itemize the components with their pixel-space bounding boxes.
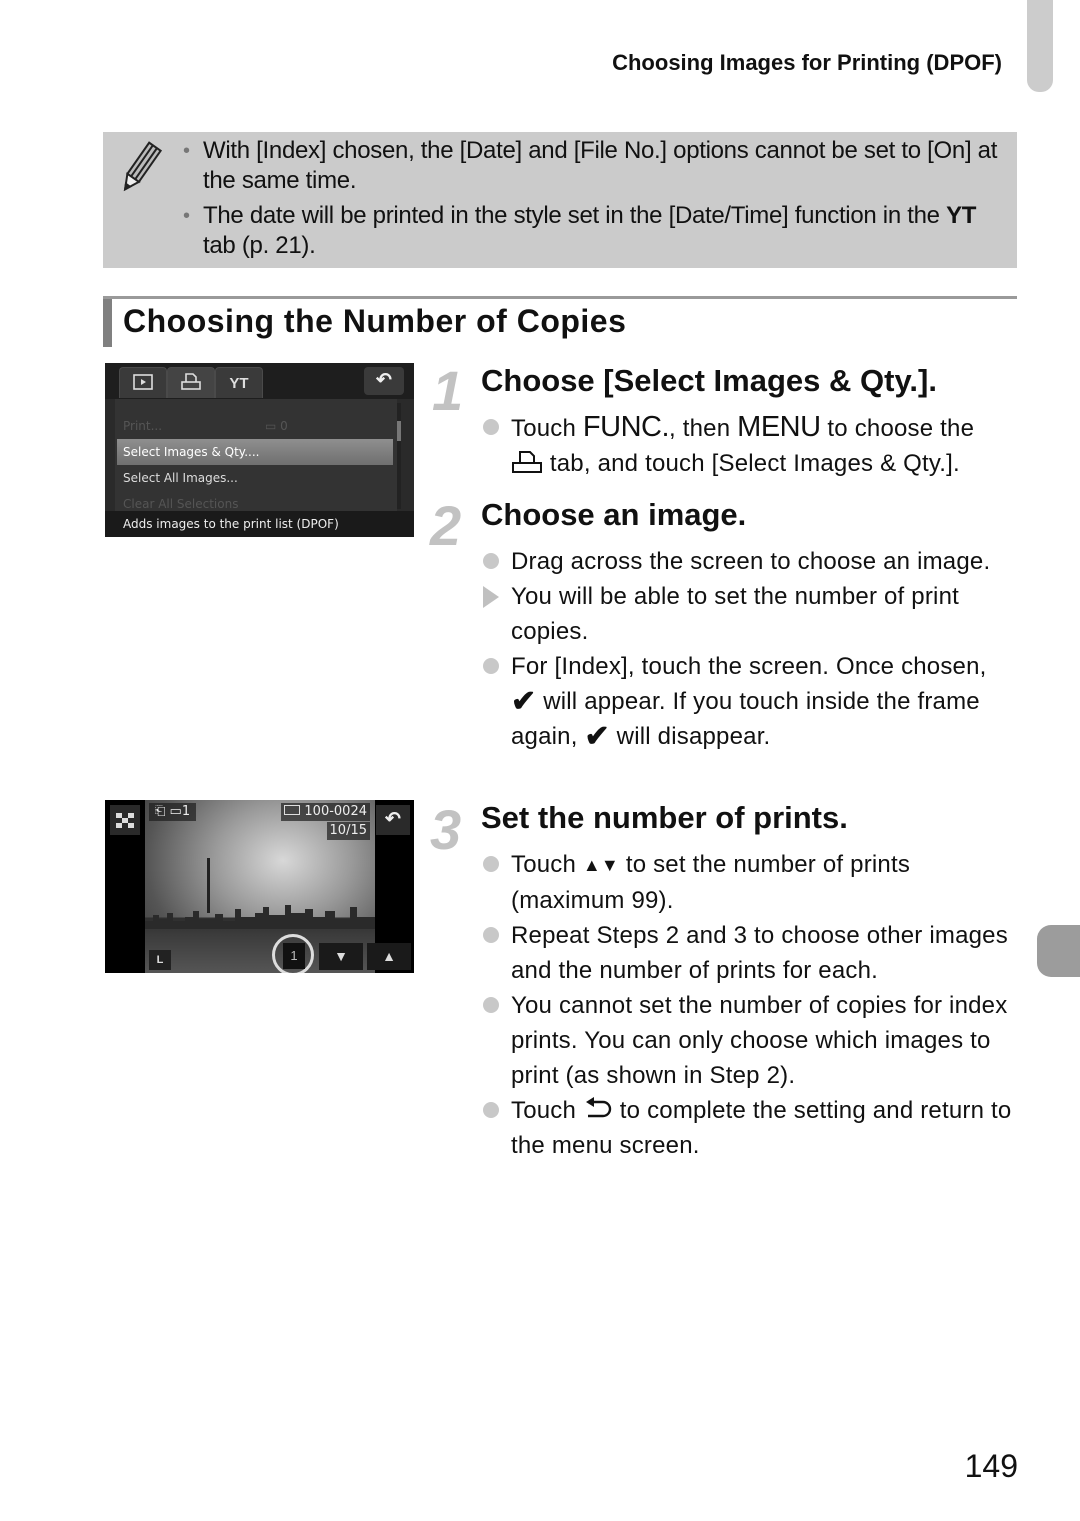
- step-2-bullets: Drag across the screen to choose an imag…: [481, 544, 1016, 754]
- bullet-item: Touch ▲▼ to set the number of prints (ma…: [481, 847, 1029, 918]
- image-counter: 10/15: [326, 822, 370, 840]
- bullet-item: Touch to complete the setting and return…: [481, 1093, 1029, 1163]
- print-icon: [512, 451, 542, 473]
- checkmark-icon: ✔: [511, 685, 537, 718]
- menu-item-select-all-images[interactable]: Select All Images...: [117, 465, 393, 491]
- step-title: Set the number of prints.: [481, 800, 848, 835]
- index-icon: [116, 813, 134, 828]
- step-number: 1: [432, 359, 464, 422]
- bullet-item: Drag across the screen to choose an imag…: [481, 544, 1016, 579]
- camera-menu-screen: ΥΤ ↶ Print... ▭ 0 Select Images & Qty...…: [105, 363, 414, 537]
- skyline: [145, 905, 375, 929]
- print-icon: [181, 373, 201, 390]
- note-box: With [Index] chosen, the [Date] and [Fil…: [103, 132, 1017, 268]
- print-quantity: 1: [283, 943, 305, 969]
- result-item: You will be able to set the number of pr…: [481, 579, 1016, 649]
- settings-tools-icon: ΥΤ: [229, 375, 249, 392]
- page-number: 149: [964, 1448, 1018, 1484]
- print-status: ⎗ ▭1: [149, 803, 197, 821]
- chapter-thumb-tab: [1027, 0, 1053, 92]
- file-number: 100-0024: [281, 803, 370, 821]
- chapter-side-tab: [1037, 925, 1080, 977]
- step-3-bullets: Touch ▲▼ to set the number of prints (ma…: [481, 847, 1029, 1163]
- note-item: With [Index] chosen, the [Date] and [Fil…: [183, 136, 1013, 196]
- func-button-label: FUNC.: [582, 411, 670, 443]
- menu-hint: Adds images to the print list (DPOF): [105, 511, 414, 537]
- camera-menu-list: Print... ▭ 0 Select Images & Qty.... Sel…: [115, 399, 397, 511]
- step-title: Choose [Select Images & Qty.].: [481, 363, 937, 398]
- running-header: Choosing Images for Printing (DPOF): [612, 50, 1002, 75]
- step-title: Choose an image.: [481, 497, 747, 532]
- print-tab[interactable]: [167, 367, 215, 398]
- camera-tab-bar: ΥΤ ↶: [105, 363, 414, 399]
- increase-button[interactable]: ▲: [367, 943, 411, 970]
- camera-playback-screen: ⎗ ▭1 100-0024 10/15 ↶ L 1 ▼ ▲: [105, 800, 414, 973]
- menu-item-print[interactable]: Print... ▭ 0: [117, 413, 393, 439]
- pencil-icon: [123, 141, 163, 192]
- step-1-bullets: Touch FUNC., then MENU to choose the tab…: [481, 410, 1026, 481]
- menu-item-select-images-qty[interactable]: Select Images & Qty....: [117, 439, 393, 465]
- return-icon: [585, 1097, 612, 1118]
- step-number: 3: [430, 798, 462, 861]
- note-item: The date will be printed in the style se…: [183, 201, 1013, 261]
- index-display-button[interactable]: [110, 805, 140, 835]
- section-title: Choosing the Number of Copies: [123, 303, 627, 339]
- battery-icon: [284, 805, 301, 815]
- bullet-item: For [Index], touch the screen. Once chos…: [481, 649, 1016, 754]
- back-button[interactable]: ↶: [364, 367, 404, 395]
- bullet-item: Touch FUNC., then MENU to choose the tab…: [481, 410, 1026, 481]
- settings-tools-icon: ΥΤ: [946, 202, 977, 229]
- checkmark-icon: ✔: [584, 720, 610, 753]
- back-button[interactable]: ↶: [376, 805, 410, 835]
- bullet-item: You cannot set the number of copies for …: [481, 988, 1029, 1093]
- print-count: ▭ 0: [265, 419, 288, 433]
- section-heading: Choosing the Number of Copies: [103, 296, 1017, 347]
- settings-tab[interactable]: ΥΤ: [215, 367, 263, 398]
- decrease-button[interactable]: ▼: [319, 943, 363, 970]
- menu-scrollbar[interactable]: [397, 403, 401, 509]
- note-list: With [Index] chosen, the [Date] and [Fil…: [183, 136, 1013, 266]
- playback-icon: [133, 374, 153, 390]
- up-down-arrows-icon: ▲▼: [582, 855, 619, 875]
- bullet-item: Repeat Steps 2 and 3 to choose other ima…: [481, 918, 1029, 988]
- section-bar: [103, 299, 112, 347]
- scrollbar-thumb[interactable]: [397, 421, 401, 441]
- step-number: 2: [430, 494, 462, 557]
- image-size-indicator: L: [149, 950, 171, 970]
- menu-button-label: MENU: [737, 411, 821, 443]
- playback-tab[interactable]: [119, 367, 167, 398]
